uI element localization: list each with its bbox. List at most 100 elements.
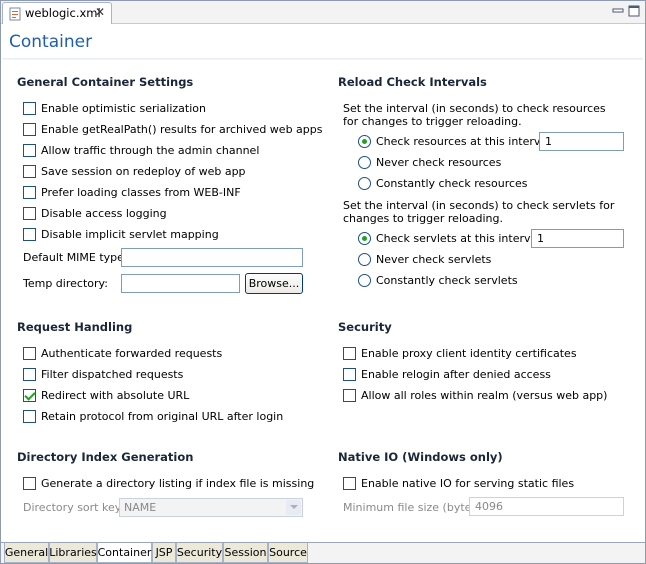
checkbox-label: Generate a directory listing if index fi… (41, 476, 315, 490)
checkbox-label: Enable relogin after denied access (361, 367, 551, 381)
checkbox-label: Enable proxy client identity certificate… (361, 346, 577, 360)
native-io-checkbox[interactable]: Enable native IO for serving static file… (343, 475, 574, 491)
radio-label: Never check resources (376, 155, 502, 169)
checkbox-box[interactable] (23, 164, 36, 178)
tab-libraries[interactable]: Libraries (49, 543, 97, 563)
resources-radio-1[interactable]: Never check resources (358, 154, 501, 170)
checkbox-label: Disable access logging (41, 206, 167, 220)
minimum-file-size-label: Minimum file size (bytes): (343, 501, 486, 514)
resources-description: Set the interval (in seconds) to check r… (343, 102, 606, 128)
security-checkbox-0[interactable]: Enable proxy client identity certificate… (343, 345, 577, 361)
request-handling-heading: Request Handling (17, 320, 133, 334)
directory-sort-key-select[interactable]: NAME (119, 498, 303, 517)
page-tab-bar: General Libraries Container JSP Security Sess… (1, 542, 645, 563)
checkbox-label: Enable optimistic serialization (41, 101, 206, 115)
request-checkbox-1[interactable]: Filter dispatched requests (23, 366, 183, 382)
checkbox-box[interactable] (343, 346, 356, 360)
checkbox-label: Save session on redeploy of web app (41, 164, 246, 178)
checkbox-box[interactable] (343, 388, 356, 402)
radio-button[interactable] (358, 155, 371, 169)
checkbox-box[interactable] (23, 206, 36, 220)
request-checkbox-3[interactable]: Retain protocol from original URL after … (23, 408, 283, 424)
checkbox-label: Enable getRealPath() results for archive… (41, 122, 323, 136)
servlets-radio-0[interactable]: Check servlets at this interval: (358, 230, 544, 246)
resources-radio-0[interactable]: Check resources at this interval: (358, 133, 554, 149)
mime-type-input[interactable] (121, 248, 303, 267)
checkbox-label: Disable implicit servlet mapping (41, 227, 219, 241)
radio-button[interactable] (358, 231, 371, 245)
radio-label: Constantly check servlets (376, 273, 518, 287)
checkbox-box[interactable] (23, 122, 36, 136)
mime-type-label: Default MIME type: (23, 251, 128, 264)
radio-button[interactable] (358, 252, 371, 266)
request-checkbox-0[interactable]: Authenticate forwarded requests (23, 345, 222, 361)
editor-tab-title: weblogic.xml (25, 6, 101, 20)
editor-frame: weblogic.xml ✕ Container General Contain… (0, 0, 646, 564)
checkbox-label: Filter dispatched requests (41, 367, 184, 381)
checkbox-label: Prefer loading classes from WEB-INF (41, 185, 241, 199)
tab-container[interactable]: Container (97, 543, 152, 563)
minimize-icon[interactable] (612, 5, 624, 17)
maximize-icon[interactable] (628, 5, 640, 17)
checkbox-label: Authenticate forwarded requests (41, 346, 223, 360)
minimum-file-size-input[interactable]: 4096 (469, 497, 624, 516)
resources-interval-input[interactable]: 1 (539, 132, 624, 151)
radio-label: Check resources at this interval: (376, 134, 554, 148)
security-heading: Security (338, 320, 392, 334)
general-checkbox-1[interactable]: Enable getRealPath() results for archive… (23, 121, 323, 137)
general-settings-heading: General Container Settings (17, 75, 194, 89)
general-checkbox-2[interactable]: Allow traffic through the admin channel (23, 142, 259, 158)
tab-source[interactable]: Source (268, 543, 308, 563)
checkbox-box[interactable] (23, 185, 36, 199)
security-checkbox-2[interactable]: Allow all roles within realm (versus web… (343, 387, 607, 403)
sort-key-value: NAME (124, 501, 157, 514)
security-checkbox-1[interactable]: Enable relogin after denied access (343, 366, 551, 382)
radio-label: Check servlets at this interval: (376, 231, 544, 245)
temp-directory-input[interactable] (121, 274, 240, 293)
servlets-radio-1[interactable]: Never check servlets (358, 251, 491, 267)
checkbox-box[interactable] (23, 409, 36, 423)
radio-button[interactable] (358, 176, 371, 190)
checkbox-label: Allow traffic through the admin channel (41, 143, 260, 157)
editor-tab-weblogic-xml[interactable]: weblogic.xml ✕ (2, 2, 112, 24)
tab-general[interactable]: General (4, 543, 49, 563)
general-checkbox-3[interactable]: Save session on redeploy of web app (23, 163, 246, 179)
servlets-radio-2[interactable]: Constantly check servlets (358, 272, 518, 288)
resources-radio-2[interactable]: Constantly check resources (358, 175, 528, 191)
native-io-heading: Native IO (Windows only) (338, 450, 503, 464)
tab-security[interactable]: Security (176, 543, 223, 563)
radio-button[interactable] (358, 273, 371, 287)
checkbox-box[interactable] (23, 143, 36, 157)
checkbox-box[interactable] (23, 388, 36, 402)
page-title: Container (9, 32, 93, 52)
directory-listing-checkbox[interactable]: Generate a directory listing if index fi… (23, 475, 314, 491)
general-checkbox-5[interactable]: Disable access logging (23, 205, 167, 221)
general-checkbox-0[interactable]: Enable optimistic serialization (23, 100, 206, 116)
reload-intervals-heading: Reload Check Intervals (338, 75, 487, 89)
checkbox-box[interactable] (23, 227, 36, 241)
tab-session[interactable]: Session (223, 543, 268, 563)
radio-label: Constantly check resources (376, 176, 528, 190)
checkbox-box[interactable] (23, 476, 36, 490)
radio-button[interactable] (358, 134, 371, 148)
radio-label: Never check servlets (376, 252, 492, 266)
request-checkbox-2[interactable]: Redirect with absolute URL (23, 387, 189, 403)
checkbox-label: Enable native IO for serving static file… (361, 476, 575, 490)
checkbox-box[interactable] (343, 367, 356, 381)
checkbox-box[interactable] (23, 101, 36, 115)
servlets-description: Set the interval (in seconds) to check s… (343, 199, 615, 225)
servlets-interval-input[interactable]: 1 (531, 229, 624, 248)
general-checkbox-6[interactable]: Disable implicit servlet mapping (23, 226, 219, 242)
close-icon[interactable]: ✕ (95, 5, 105, 19)
checkbox-label: Retain protocol from original URL after … (41, 409, 284, 423)
checkbox-box[interactable] (23, 346, 36, 360)
tab-jsp[interactable]: JSP (152, 543, 176, 563)
editor-tab-strip: weblogic.xml ✕ (1, 1, 645, 24)
directory-index-heading: Directory Index Generation (17, 450, 194, 464)
checkbox-box[interactable] (343, 476, 356, 490)
chevron-down-icon[interactable] (286, 500, 301, 515)
checkbox-box[interactable] (23, 367, 36, 381)
general-checkbox-4[interactable]: Prefer loading classes from WEB-INF (23, 184, 241, 200)
browse-button[interactable]: Browse... (245, 273, 303, 294)
checkbox-label: Redirect with absolute URL (41, 388, 190, 402)
